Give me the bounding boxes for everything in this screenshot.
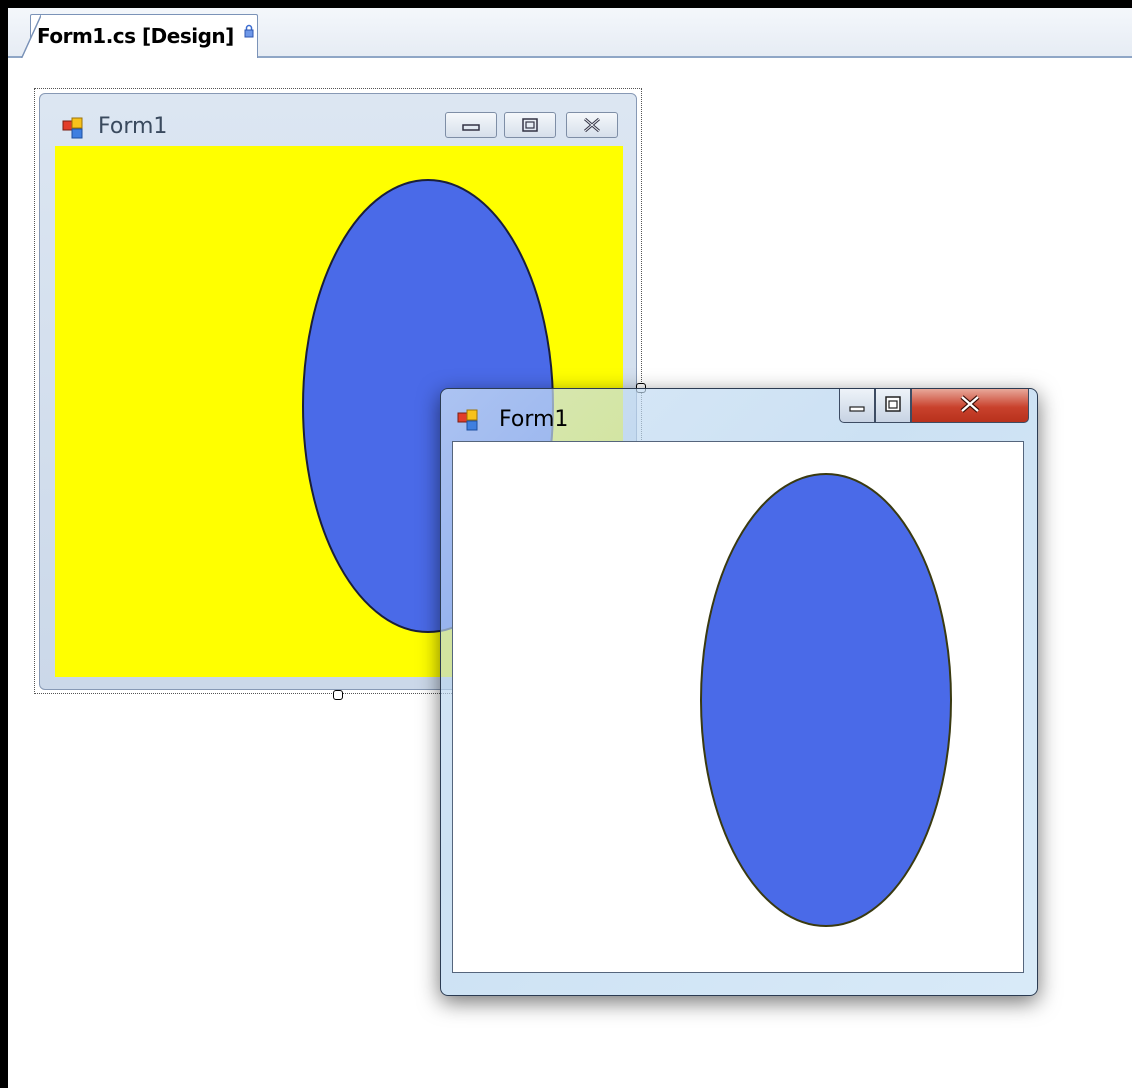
minimize-icon bbox=[849, 406, 865, 412]
lock-icon bbox=[244, 24, 254, 38]
minimize-icon bbox=[462, 124, 480, 131]
close-icon bbox=[960, 395, 980, 413]
form-icon bbox=[457, 409, 478, 431]
document-tab-strip: Form1.cs [Design] bbox=[8, 8, 1132, 59]
runtime-ellipse-canvas bbox=[700, 473, 952, 927]
design-close-button[interactable] bbox=[566, 112, 618, 138]
maximize-icon bbox=[522, 118, 538, 132]
close-icon bbox=[584, 117, 600, 133]
design-maximize-button[interactable] bbox=[504, 112, 556, 138]
runtime-minimize-button[interactable] bbox=[839, 389, 875, 423]
runtime-close-button[interactable] bbox=[911, 389, 1029, 423]
design-form-title: Form1 bbox=[98, 114, 168, 139]
design-surface[interactable]: Form1 Form1 bbox=[8, 58, 1132, 1088]
design-minimize-button[interactable] bbox=[445, 112, 497, 138]
document-tab[interactable]: Form1.cs [Design] bbox=[21, 14, 258, 59]
designer-window: Form1.cs [Design] Form1 Form1 bbox=[8, 8, 1132, 1088]
document-tab-title: Form1.cs [Design] bbox=[37, 24, 234, 48]
resize-handle-bottom[interactable] bbox=[333, 690, 343, 700]
runtime-ellipse bbox=[700, 473, 952, 927]
runtime-form-window[interactable]: Form1 bbox=[440, 388, 1038, 996]
runtime-maximize-button[interactable] bbox=[875, 389, 911, 423]
form-icon bbox=[62, 117, 83, 139]
runtime-form-title: Form1 bbox=[499, 407, 569, 432]
maximize-icon bbox=[885, 396, 901, 412]
runtime-form-client[interactable] bbox=[452, 441, 1024, 973]
